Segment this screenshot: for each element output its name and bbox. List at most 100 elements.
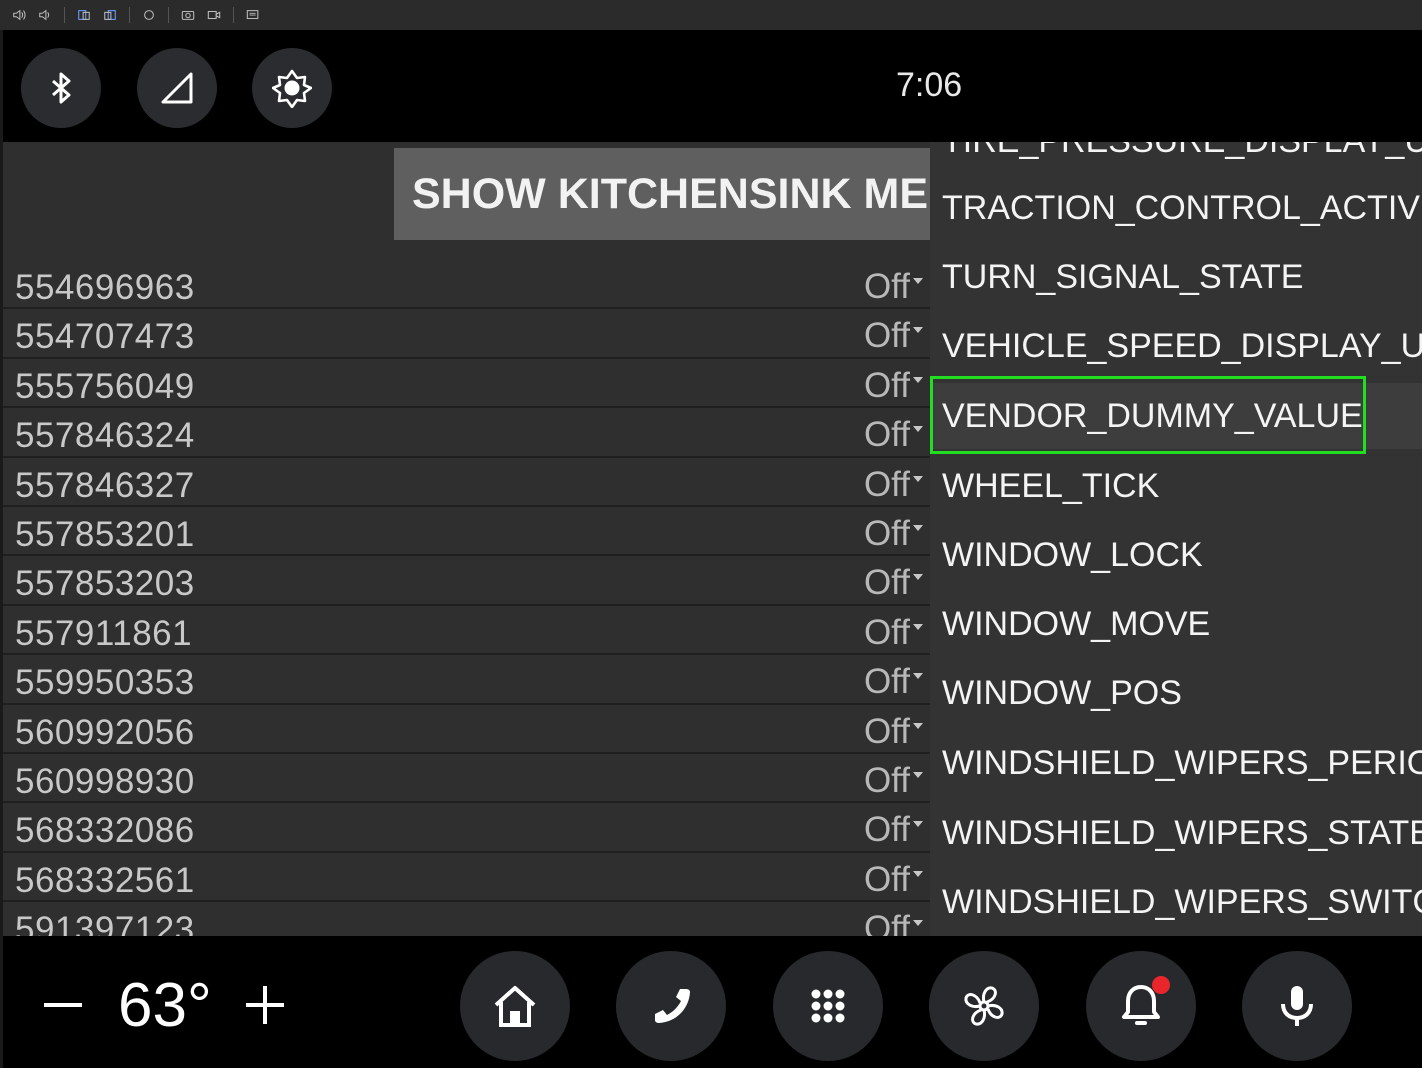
caret-down-icon: [913, 327, 923, 334]
table-row[interactable]: 560992056 Off: [3, 705, 930, 754]
power-icon[interactable]: [138, 4, 160, 26]
table-row[interactable]: 557911861 Off: [3, 606, 930, 656]
rotate-left-icon[interactable]: [73, 4, 95, 26]
dropdown-item[interactable]: TIRE_PRESSURE_DISPLAY_UNITS: [930, 142, 1422, 174]
property-value-spinner[interactable]: Off: [864, 563, 910, 603]
volume-up-icon[interactable]: [8, 4, 30, 26]
brightness-icon: [272, 69, 312, 108]
property-id: 560998930: [15, 761, 195, 801]
more-icon[interactable]: [242, 4, 264, 26]
table-row[interactable]: 557846327 Off: [3, 458, 930, 507]
property-value-spinner[interactable]: Off: [864, 514, 910, 554]
mic-icon: [1281, 986, 1313, 1026]
phone-icon: [655, 989, 690, 1023]
caret-down-icon: [913, 821, 923, 828]
property-id: 568332561: [15, 860, 195, 900]
property-value-spinner[interactable]: Off: [864, 267, 910, 307]
caret-down-icon: [913, 673, 923, 680]
bluetooth-icon: [52, 72, 71, 104]
caret-down-icon: [913, 574, 923, 581]
signal-button[interactable]: [137, 48, 217, 128]
table-row[interactable]: 559950353 Off: [3, 655, 930, 705]
phone-button[interactable]: [616, 951, 726, 1061]
toolbar-divider: [64, 7, 65, 23]
dropdown-item[interactable]: WINDOW_LOCK: [930, 522, 1422, 588]
record-icon[interactable]: [203, 4, 225, 26]
temperature-up-button-vertical[interactable]: [263, 986, 267, 1024]
apps-button[interactable]: [773, 951, 883, 1061]
caret-down-icon: [913, 623, 923, 630]
property-value-spinner[interactable]: Off: [864, 712, 910, 752]
table-row[interactable]: 568332086 Off: [3, 803, 930, 853]
property-value-spinner[interactable]: Off: [864, 761, 910, 801]
notification-badge: [1152, 976, 1170, 994]
temperature-value: 63°: [118, 971, 212, 1040]
table-row[interactable]: 554696963 Off: [3, 260, 930, 310]
caret-down-icon: [913, 722, 923, 729]
caret-down-icon: [913, 524, 923, 531]
dropdown-item[interactable]: TRACTION_CONTROL_ACTIVE: [930, 175, 1422, 241]
home-button[interactable]: [460, 951, 570, 1061]
table-row[interactable]: 560998930 Off: [3, 754, 930, 804]
screenshot-icon[interactable]: [177, 4, 199, 26]
table-row[interactable]: 555756049 Off: [3, 359, 930, 409]
dropdown-item[interactable]: WINDOW_MOVE: [930, 591, 1422, 657]
caret-down-icon: [913, 771, 923, 778]
property-id: 554707473: [15, 317, 195, 357]
table-row[interactable]: 557846324 Off: [3, 408, 930, 458]
caret-down-icon: [913, 278, 923, 284]
property-value-spinner[interactable]: Off: [864, 366, 910, 406]
property-value-spinner[interactable]: Off: [864, 613, 910, 653]
show-kitchensink-menu-button[interactable]: SHOW KITCHENSINK MENU: [394, 148, 944, 240]
property-id: 568332086: [15, 811, 195, 851]
caret-down-icon: [913, 376, 923, 383]
toolbar-divider: [129, 7, 130, 23]
property-value-spinner[interactable]: Off: [864, 415, 910, 455]
table-row[interactable]: 557853201 Off: [3, 507, 930, 557]
fan-icon: [964, 986, 1004, 1026]
volume-down-icon[interactable]: [34, 4, 56, 26]
bluetooth-button[interactable]: [21, 48, 101, 128]
dropdown-item[interactable]: VEHICLE_SPEED_DISPLAY_UNITS: [930, 313, 1422, 379]
dropdown-item[interactable]: WINDOW_POS: [930, 660, 1422, 726]
clock: 7:06: [896, 66, 963, 104]
dropdown-item[interactable]: WINDSHIELD_WIPERS_STATE: [930, 800, 1422, 866]
fan-button[interactable]: [929, 951, 1039, 1061]
dropdown-item[interactable]: WINDSHIELD_WIPERS_PERIOD: [930, 730, 1422, 796]
table-row[interactable]: 554707473 Off: [3, 309, 930, 359]
property-id: 557846324: [15, 416, 195, 456]
voice-assistant-button[interactable]: [1242, 951, 1352, 1061]
property-value-spinner[interactable]: Off: [864, 465, 910, 505]
apps-icon: [811, 989, 845, 1023]
table-row[interactable]: 568332561 Off: [3, 853, 930, 903]
dropdown-item[interactable]: TURN_SIGNAL_STATE: [930, 244, 1422, 310]
brightness-button[interactable]: [252, 48, 332, 128]
toolbar-divider: [168, 7, 169, 23]
caret-down-icon: [913, 426, 923, 433]
property-id: 557853203: [15, 564, 195, 604]
property-id: 560992056: [15, 712, 195, 752]
emulator-toolbar: [0, 0, 1422, 30]
toolbar-divider: [233, 7, 234, 23]
property-list: 554696963 Off 554707473 Off 555756049 Of…: [3, 260, 930, 936]
caret-down-icon: [913, 920, 923, 927]
property-value-spinner[interactable]: Off: [864, 860, 910, 900]
home-icon: [494, 986, 536, 1027]
table-row[interactable]: 591397123 Off: [3, 902, 930, 936]
dropdown-item[interactable]: WHEEL_TICK: [930, 453, 1422, 519]
table-row[interactable]: 557853203 Off: [3, 556, 930, 606]
property-value-spinner[interactable]: Off: [864, 909, 910, 936]
property-id: 557846327: [15, 465, 195, 505]
temperature-down-button[interactable]: [44, 1003, 82, 1007]
property-value-spinner[interactable]: Off: [864, 810, 910, 850]
status-bar: 7:06: [3, 30, 1422, 142]
property-dropdown-list[interactable]: TIRE_PRESSURE_DISPLAY_UNITS TRACTION_CON…: [930, 142, 1422, 936]
property-value-spinner[interactable]: Off: [864, 316, 910, 356]
rotate-right-icon[interactable]: [99, 4, 121, 26]
property-id: 554696963: [15, 268, 195, 307]
notifications-button[interactable]: [1086, 951, 1196, 1061]
dropdown-item[interactable]: WINDSHIELD_WIPERS_SWITCH: [930, 869, 1422, 935]
property-value-spinner[interactable]: Off: [864, 662, 910, 702]
signal-icon: [161, 72, 193, 104]
property-id: 559950353: [15, 663, 195, 703]
